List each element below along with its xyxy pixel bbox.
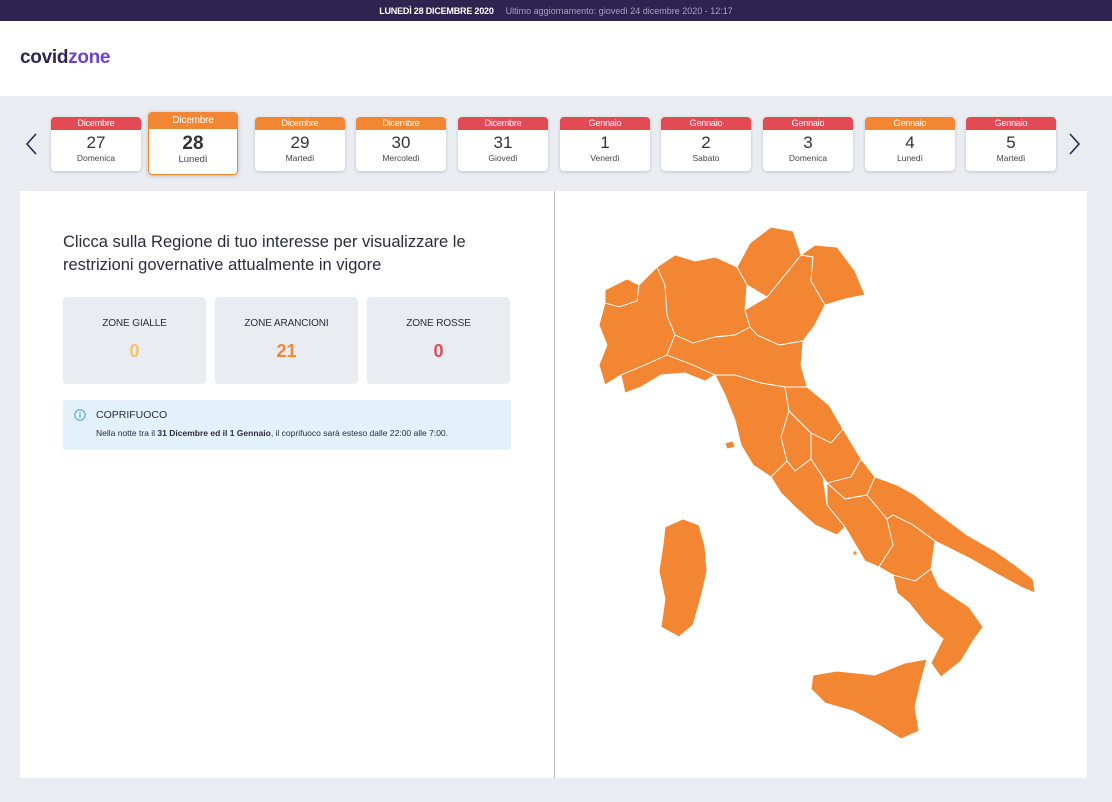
- day-weekday: Domenica: [788, 153, 828, 163]
- day-card[interactable]: Dicembre 30 Mercoledì: [356, 117, 446, 171]
- day-month: Gennaio: [966, 117, 1056, 130]
- chevron-left-icon[interactable]: [22, 132, 42, 156]
- day-weekday: Martedì: [996, 153, 1026, 163]
- day-weekday: Martedì: [285, 153, 315, 163]
- day-month: Gennaio: [661, 117, 751, 130]
- header: covidzone: [0, 21, 1112, 96]
- day-month: Dicembre: [51, 117, 141, 130]
- notice-title: COPRIFUOCO: [96, 409, 168, 421]
- day-month: Gennaio: [560, 117, 650, 130]
- day-month: Dicembre: [255, 117, 345, 130]
- day-month: Dicembre: [149, 113, 237, 129]
- day-weekday: Mercoledì: [382, 153, 420, 163]
- current-date: LUNEDÌ 28 DICEMBRE 2020: [379, 5, 494, 16]
- day-weekday: Giovedì: [488, 153, 518, 163]
- day-card[interactable]: Gennaio 2 Sabato: [661, 117, 751, 171]
- curfew-notice: COPRIFUOCO Nella notte tra il 31 Dicembr…: [63, 400, 511, 450]
- day-number: 27: [86, 133, 106, 152]
- day-number: 1: [600, 133, 610, 152]
- notice-text-pre: Nella notte tra il: [96, 428, 158, 438]
- day-number: 30: [391, 133, 411, 152]
- region-sicilia[interactable]: [810, 658, 928, 740]
- day-number: 5: [1006, 133, 1016, 152]
- day-weekday: Sabato: [692, 153, 720, 163]
- day-weekday: Lunedì: [178, 154, 208, 165]
- chevron-right-icon[interactable]: [1064, 132, 1084, 156]
- day-card[interactable]: Dicembre 31 Giovedì: [458, 117, 548, 171]
- last-update: Ultimo aggiornamento: giovedì 24 dicembr…: [505, 5, 733, 16]
- day-weekday: Lunedì: [897, 153, 923, 163]
- region-sardegna[interactable]: [658, 518, 708, 638]
- day-number: 28: [182, 133, 204, 154]
- day-month: Gennaio: [763, 117, 853, 130]
- day-number: 3: [803, 133, 813, 152]
- day-card[interactable]: Gennaio 5 Martedì: [966, 117, 1056, 171]
- day-number: 29: [290, 133, 310, 152]
- day-number: 2: [701, 133, 711, 152]
- day-weekday: Domenica: [76, 153, 116, 163]
- info-icon: [74, 409, 86, 421]
- italy-map-svg: [598, 226, 1036, 740]
- island-capri: [852, 550, 858, 556]
- logo-part-zone: zone: [68, 47, 111, 68]
- stat-label: ZONE GIALLE: [102, 318, 167, 329]
- day-number: 31: [493, 133, 513, 152]
- stat-red-zones: ZONE ROSSE 0: [367, 297, 510, 384]
- stat-yellow-zones: ZONE GIALLE 0: [63, 297, 206, 384]
- day-card[interactable]: Gennaio 1 Venerdì: [560, 117, 650, 171]
- top-bar: LUNEDÌ 28 DICEMBRE 2020 Ultimo aggiornam…: [0, 0, 1112, 21]
- day-card-selected[interactable]: Dicembre 28 Lunedì: [148, 112, 238, 175]
- day-card[interactable]: Gennaio 3 Domenica: [763, 117, 853, 171]
- day-month: Dicembre: [458, 117, 548, 130]
- stat-value: 0: [129, 341, 140, 361]
- date-carousel: Dicembre 27 Domenica Dicembre 28 Lunedì …: [0, 112, 1112, 178]
- notice-text-post: , il coprifuoco sarà esteso dalle 22:00 …: [270, 428, 449, 438]
- stat-label: ZONE ARANCIONI: [244, 318, 329, 329]
- day-month: Dicembre: [356, 117, 446, 130]
- day-card[interactable]: Gennaio 4 Lunedì: [865, 117, 955, 171]
- stat-orange-zones: ZONE ARANCIONI 21: [215, 297, 358, 384]
- island-elba: [724, 440, 736, 450]
- stat-value: 0: [433, 341, 444, 361]
- panel-divider: [554, 191, 555, 778]
- notice-text: Nella notte tra il 31 Dicembre ed il 1 G…: [96, 428, 448, 438]
- intro-heading: Clicca sulla Regione di tuo interesse pe…: [63, 233, 466, 274]
- stat-value: 21: [276, 341, 297, 361]
- region-calabria[interactable]: [892, 568, 984, 678]
- day-month: Gennaio: [865, 117, 955, 130]
- logo[interactable]: covidzone: [20, 47, 111, 69]
- day-card[interactable]: Dicembre 27 Domenica: [51, 117, 141, 171]
- day-card[interactable]: Dicembre 29 Martedì: [255, 117, 345, 171]
- day-weekday: Venerdì: [590, 153, 620, 163]
- italy-map: [575, 215, 1055, 750]
- notice-text-bold: 31 Dicembre ed il 1 Gennaio: [157, 428, 271, 438]
- day-number: 4: [905, 133, 915, 152]
- logo-part-covid: covid: [20, 47, 69, 68]
- region-toscana[interactable]: [714, 374, 790, 478]
- stat-label: ZONE ROSSE: [406, 318, 471, 329]
